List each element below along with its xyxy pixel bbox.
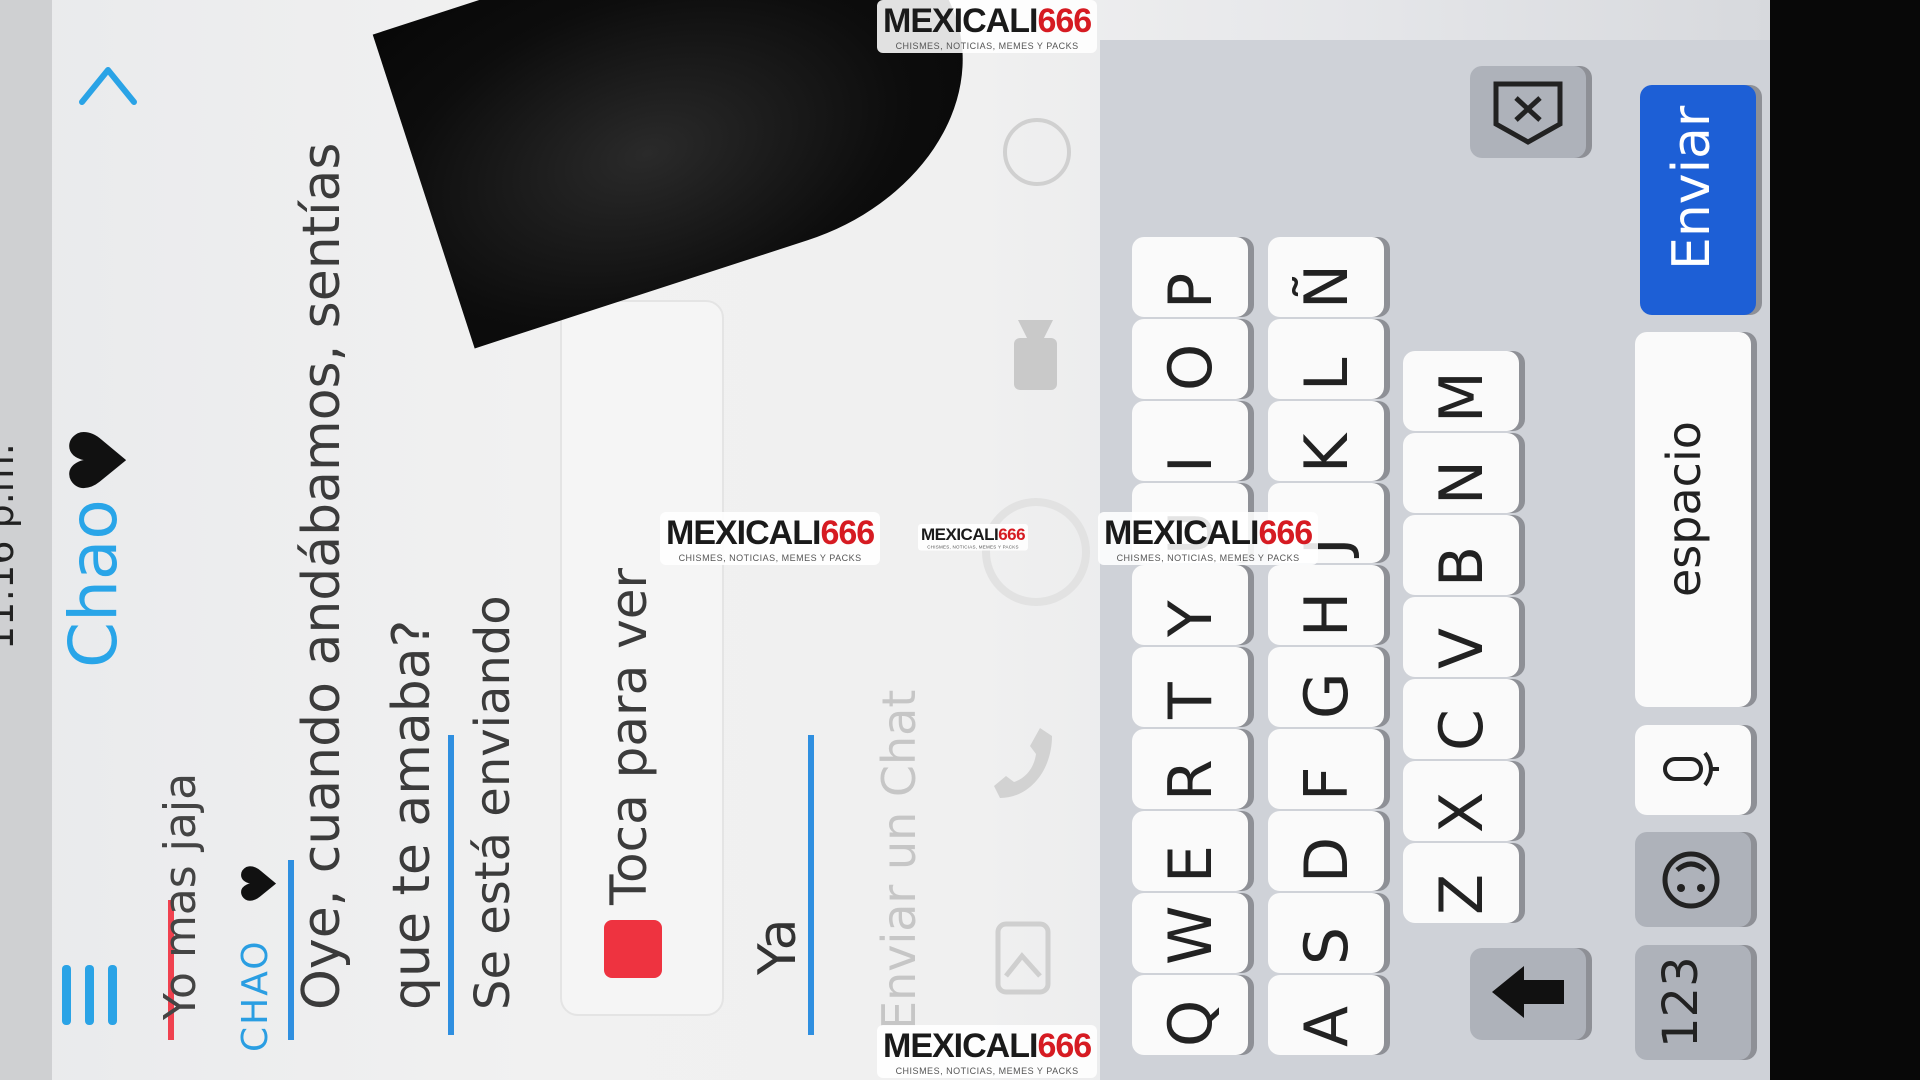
key-label: M [1427, 371, 1497, 423]
key-o[interactable]: O [1132, 319, 1248, 399]
friend-heart-icon: ♥ [232, 861, 288, 905]
space-key-label: espacio [1657, 421, 1711, 597]
snap-indicator-icon [604, 920, 662, 978]
key-v[interactable]: V [1403, 597, 1519, 677]
key-k[interactable]: K [1268, 401, 1384, 481]
key-ñ[interactable]: Ñ [1268, 237, 1384, 317]
key-l[interactable]: L [1268, 319, 1384, 399]
key-p[interactable]: P [1132, 237, 1248, 317]
key-label: C [1427, 709, 1497, 751]
my-message: Ya [748, 918, 808, 975]
key-label: O [1156, 343, 1226, 391]
key-label: R [1156, 759, 1226, 801]
key-label: K [1292, 433, 1362, 473]
key-r[interactable]: R [1132, 729, 1248, 809]
space-key[interactable]: espacio [1635, 332, 1751, 707]
friend-message-line: Oye, cuando andábamos, sentías [292, 142, 352, 1011]
key-label: Y [1156, 600, 1226, 637]
status-time: 11:16 p.m. [0, 443, 22, 650]
key-t[interactable]: T [1132, 647, 1248, 727]
key-q[interactable]: Q [1132, 975, 1248, 1055]
key-h[interactable]: H [1268, 565, 1384, 645]
emoji-key[interactable] [1635, 832, 1751, 927]
watermark: MEXICALI666 CHISMES, NOTICIAS, MEMES Y P… [877, 1025, 1098, 1078]
chat-title[interactable]: Chao [55, 499, 132, 668]
capture-button[interactable] [982, 498, 1090, 606]
key-label: A [1292, 1005, 1362, 1047]
delete-key[interactable] [1470, 66, 1586, 158]
key-label: Ñ [1292, 264, 1362, 309]
key-label: X [1427, 791, 1497, 833]
send-key[interactable]: Enviar [1640, 85, 1756, 315]
friend-message-rail [448, 735, 454, 1035]
sending-status: Se está enviando [465, 595, 521, 1010]
key-label: E [1156, 845, 1226, 883]
microphone-icon [1663, 751, 1719, 787]
snap-label[interactable]: Toca para ver [600, 568, 658, 905]
key-c[interactable]: C [1403, 679, 1519, 759]
key-s[interactable]: S [1268, 893, 1384, 973]
key-label: S [1292, 926, 1362, 965]
watermark: MEXICALI666 CHISMES, NOTICIAS, MEMES Y P… [918, 524, 1029, 551]
watermark: MEXICALI666 CHISMES, NOTICIAS, MEMES Y P… [877, 0, 1098, 53]
chat-input[interactable]: Enviar un Chat [872, 690, 926, 1030]
key-x[interactable]: X [1403, 761, 1519, 841]
video-icon[interactable] [1008, 316, 1063, 394]
key-label: W [1156, 905, 1226, 965]
key-i[interactable]: I [1132, 401, 1248, 481]
key-label: I [1156, 455, 1226, 473]
my-message-rail [808, 735, 814, 1035]
status-bar: 11:16 p.m. [0, 0, 52, 1080]
key-d[interactable]: D [1268, 811, 1384, 891]
key-b[interactable]: B [1403, 515, 1519, 595]
phone-edge [1770, 0, 1920, 1080]
key-label: D [1292, 836, 1362, 883]
numbers-key-label: 123 [1653, 956, 1709, 1048]
dictation-key[interactable] [1635, 725, 1751, 815]
key-g[interactable]: G [1268, 647, 1384, 727]
shift-key[interactable] [1470, 948, 1586, 1040]
numbers-key[interactable]: 123 [1635, 945, 1751, 1060]
key-w[interactable]: W [1132, 893, 1248, 973]
phone-screen: 11:16 p.m. Chao ♥ Yo mas jaja CHAO ♥ Oye… [0, 0, 1770, 1080]
key-label: T [1156, 682, 1226, 719]
heart-icon: ♥ [55, 425, 145, 495]
key-m[interactable]: M [1403, 351, 1519, 431]
watermark: MEXICALI666 CHISMES, NOTICIAS, MEMES Y P… [1098, 512, 1319, 565]
key-f[interactable]: F [1268, 729, 1384, 809]
photo: 11:16 p.m. Chao ♥ Yo mas jaja CHAO ♥ Oye… [0, 0, 1920, 1080]
watermark: MEXICALI666 CHISMES, NOTICIAS, MEMES Y P… [660, 512, 881, 565]
key-label: G [1292, 672, 1362, 720]
key-n[interactable]: N [1403, 433, 1519, 513]
key-label: N [1427, 460, 1497, 505]
key-label: L [1292, 357, 1362, 391]
phone-icon[interactable] [990, 720, 1060, 810]
chevron-up-icon[interactable] [78, 62, 138, 107]
key-label: P [1156, 272, 1226, 309]
key-a[interactable]: A [1268, 975, 1384, 1055]
friend-message-line: que te amaba? [382, 619, 442, 1010]
menu-icon[interactable] [62, 965, 117, 1025]
emoji-icon [1662, 851, 1720, 909]
my-message: Yo mas jaja [155, 772, 206, 1020]
key-label: Q [1156, 999, 1226, 1047]
key-label: F [1292, 766, 1362, 801]
key-y[interactable]: Y [1132, 565, 1248, 645]
key-label: V [1427, 627, 1497, 669]
key-z[interactable]: Z [1403, 843, 1519, 923]
key-label: B [1427, 545, 1497, 587]
key-e[interactable]: E [1132, 811, 1248, 891]
image-icon[interactable] [992, 918, 1054, 998]
delete-icon [1493, 81, 1563, 145]
key-label: H [1292, 591, 1362, 637]
key-label: Z [1427, 873, 1497, 915]
send-key-label: Enviar [1662, 105, 1722, 270]
sticker-icon[interactable] [1003, 118, 1071, 186]
friend-name-label: CHAO [235, 939, 276, 1052]
shift-arrow-icon [1492, 966, 1564, 1018]
